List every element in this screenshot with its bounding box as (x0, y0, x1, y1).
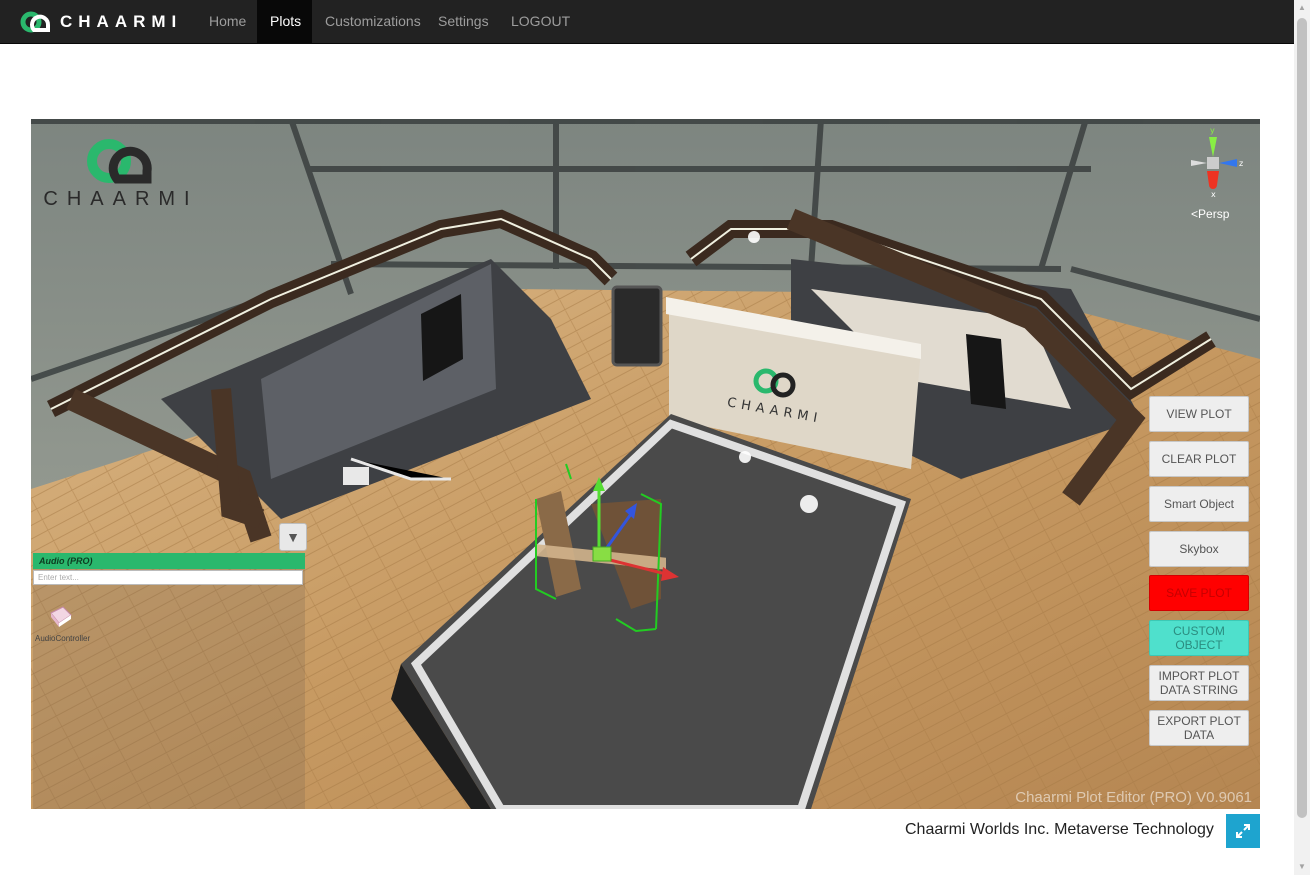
brand-wordmark: CHAARMI (60, 12, 183, 31)
view-plot-button[interactable]: VIEW PLOT (1149, 396, 1249, 432)
company-tagline: Chaarmi Worlds Inc. Metaverse Technology (905, 821, 1214, 838)
custom-object-button[interactable]: CUSTOM OBJECT (1149, 620, 1249, 656)
nav-customizations[interactable]: Customizations (312, 0, 434, 43)
export-plot-button[interactable]: EXPORT PLOT DATA (1149, 710, 1249, 746)
perspective-mode-text: Persp (1198, 207, 1230, 221)
audio-search-input[interactable]: Enter text... (33, 570, 303, 585)
smart-object-button[interactable]: Smart Object (1149, 486, 1249, 522)
viewport-logo-text: CHAARMI (43, 188, 199, 210)
audio-controller-icon (50, 606, 72, 627)
import-plot-button[interactable]: IMPORT PLOT DATA STRING (1149, 665, 1249, 701)
nav-home[interactable]: Home (196, 0, 259, 43)
top-navbar: CHAARMI Home Plots Customizations Settin… (0, 0, 1294, 44)
skybox-button[interactable]: Skybox (1149, 531, 1249, 567)
panel-collapse-button[interactable]: ▼ (279, 523, 307, 551)
chaarmi-large-logo-icon (87, 139, 152, 184)
expand-icon (1236, 824, 1250, 838)
brand-logo[interactable]: CHAARMI (20, 9, 182, 35)
nav-logout[interactable]: LOGOUT (498, 0, 583, 43)
scroll-down-icon[interactable]: ▼ (1297, 862, 1307, 872)
editor-version-watermark: Chaarmi Plot Editor (PRO) V0.9061 (1015, 789, 1252, 806)
svg-text:y: y (1210, 126, 1215, 135)
clear-plot-button[interactable]: CLEAR PLOT (1149, 441, 1249, 477)
save-plot-button[interactable]: SAVE PLOT (1149, 575, 1249, 611)
page-scrollbar[interactable]: ▲ ▼ (1294, 0, 1310, 875)
scroll-thumb[interactable] (1297, 18, 1307, 818)
viewport-logo: CHAARMI (41, 135, 201, 211)
nav-plots[interactable]: Plots (257, 0, 312, 43)
scroll-up-icon[interactable]: ▲ (1297, 3, 1307, 13)
nav-settings[interactable]: Settings (425, 0, 502, 43)
svg-text:x: x (1211, 190, 1216, 199)
fullscreen-button[interactable] (1226, 814, 1260, 848)
audio-controller-label: AudioController (35, 634, 91, 643)
audio-asset-panel: Audio (PRO) Enter text... AudioControlle… (33, 553, 305, 809)
audio-panel-title: Audio (PRO) (33, 553, 305, 569)
perspective-label[interactable]: <Persp (1191, 207, 1229, 221)
plot-editor-viewport[interactable]: CHAARMI CHAARMI y z x <Persp ▼ Audio (PR… (31, 119, 1260, 809)
chaarmi-logo-icon (20, 11, 50, 33)
audio-controller-item[interactable]: AudioController (35, 603, 91, 643)
svg-text:z: z (1239, 159, 1243, 168)
